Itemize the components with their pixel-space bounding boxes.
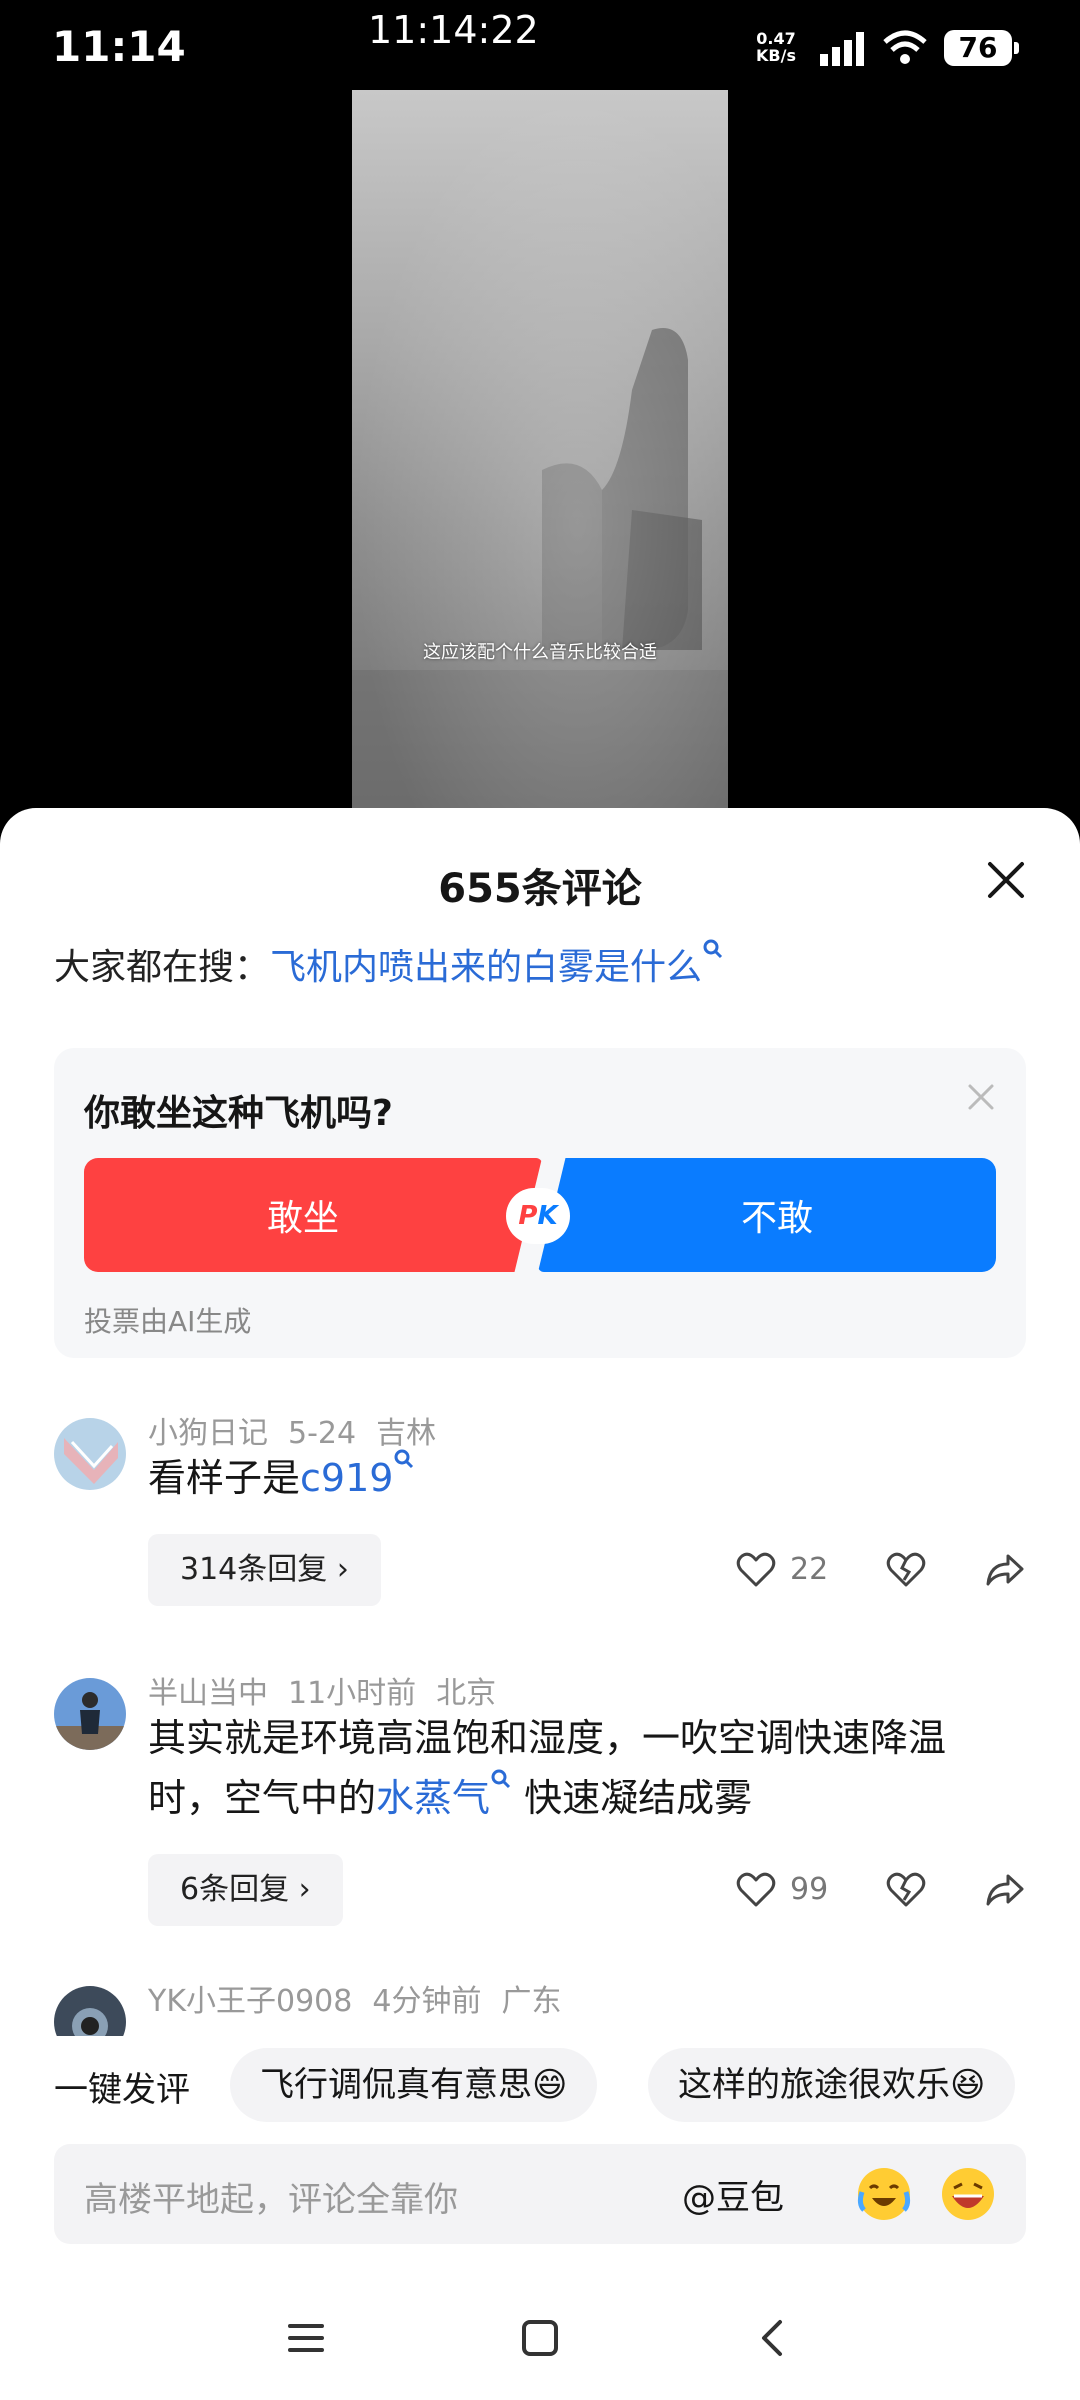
status-center-clock: 11:14:22 [368, 8, 539, 52]
menu-icon[interactable] [282, 2314, 330, 2362]
back-icon[interactable] [750, 2314, 798, 2362]
close-icon[interactable] [984, 858, 1028, 902]
trending-search-link[interactable]: 飞机内喷出来的白雾是什么 [270, 947, 702, 988]
poll-option-no[interactable]: 不敢 [538, 1158, 996, 1272]
comment-location: 北京 [436, 1676, 497, 1711]
mention-button[interactable]: @豆包 [682, 2170, 784, 2219]
comment-username[interactable]: YK小王子0908 [148, 1984, 352, 2019]
comment-text-link[interactable]: 水蒸气 [376, 1776, 490, 1820]
comment-time: 11小时前 [288, 1676, 417, 1711]
comments-count-title: 655条评论 [438, 866, 642, 912]
comment-meta: YK小王子0908 4分钟前 广东 [148, 1976, 581, 2020]
crying-laugh-emoji-icon[interactable] [854, 2164, 914, 2224]
comment-item: YK小王子0908 4分钟前 广东 [0, 1976, 1080, 2036]
quick-comment-row: 一键发评 飞行调侃真有意思😄 这样的旅途很欢乐😆 [0, 2044, 1080, 2124]
trending-search: 大家都在搜：飞机内喷出来的白雾是什么 [54, 938, 724, 990]
pk-badge: PK [506, 1188, 570, 1244]
poll-close-icon[interactable] [966, 1082, 996, 1112]
broken-heart-icon[interactable] [886, 1548, 926, 1592]
comment-text: 其实就是环境高温饱和湿度，一吹空调快速降温时，空气中的水蒸气 快速凝结成雾 [148, 1708, 1008, 1828]
comment-username[interactable]: 半山当中 [148, 1676, 268, 1711]
network-speed: 0.47 KB/s [756, 30, 796, 64]
grinning-emoji-icon[interactable] [938, 2164, 998, 2224]
comment-text: 看样子是c919 [148, 1448, 1008, 1508]
home-icon[interactable] [516, 2314, 564, 2362]
poll-question: 你敢坐这种飞机吗? [84, 1093, 393, 1134]
comment-username[interactable]: 小狗日记 [148, 1416, 268, 1451]
poll-option-yes[interactable]: 敢坐 [84, 1158, 542, 1272]
search-icon [394, 1449, 414, 1469]
battery-indicator: 76 [944, 30, 1019, 66]
comment-location: 广东 [501, 1984, 562, 2019]
like-count: 22 [790, 1552, 829, 1587]
replies-count: 6条回复 [180, 1872, 290, 1907]
chevron-right-icon: › [336, 1552, 349, 1587]
comment-text-body: 看样子是 [148, 1456, 301, 1500]
chevron-right-icon: › [298, 1872, 311, 1907]
pk-badge-p: P [518, 1201, 538, 1231]
poll-ai-note: 投票由AI生成 [84, 1305, 252, 1338]
comment-text-tail: 快速凝结成雾 [512, 1776, 753, 1820]
video-fog-overlay [352, 90, 728, 810]
comment-meta: 小狗日记 5-24 吉林 [148, 1408, 456, 1452]
share-icon[interactable] [984, 1548, 1026, 1592]
pk-badge-k: K [537, 1201, 558, 1231]
replies-button[interactable]: 314条回复 › [148, 1534, 381, 1606]
like-count: 99 [790, 1872, 829, 1907]
signal-icon [820, 32, 864, 66]
quick-comment-label: 一键发评 [54, 2070, 190, 2110]
replies-button[interactable]: 6条回复 › [148, 1854, 343, 1926]
broken-heart-icon[interactable] [886, 1868, 926, 1912]
replies-count: 314条回复 [180, 1552, 328, 1587]
quick-comment-chip[interactable]: 这样的旅途很欢乐😆 [648, 2048, 1016, 2122]
heart-icon[interactable] [736, 1868, 776, 1912]
avatar[interactable] [54, 1678, 126, 1750]
avatar[interactable] [54, 1986, 126, 2036]
quick-comment-chip[interactable]: 飞行调侃真有意思😄 [230, 2048, 598, 2122]
comment-location: 吉林 [376, 1416, 437, 1451]
status-time: 11:14 [52, 22, 186, 71]
network-speed-value: 0.47 [756, 29, 796, 48]
status-bar: 11:14 11:14:22 0.47 KB/s 76 [0, 0, 1080, 90]
video-player[interactable]: 这应该配个什么音乐比较合适 [352, 90, 728, 810]
trending-search-label: 大家都在搜： [54, 947, 271, 988]
poll-card: 你敢坐这种飞机吗? 敢坐 不敢 PK 投票由AI生成 [54, 1048, 1026, 1358]
search-icon [703, 939, 723, 959]
comment-input-placeholder: 高楼平地起，评论全靠你 [84, 2180, 458, 2220]
heart-icon[interactable] [736, 1548, 776, 1592]
comment-input[interactable]: 高楼平地起，评论全靠你 @豆包 [54, 2144, 1026, 2244]
wifi-icon [883, 30, 927, 64]
comment-time: 4分钟前 [372, 1984, 482, 2019]
share-icon[interactable] [984, 1868, 1026, 1912]
video-subtitle: 这应该配个什么音乐比较合适 [423, 642, 657, 663]
comment-text-link[interactable]: c919 [300, 1456, 393, 1500]
comment-meta: 半山当中 11小时前 北京 [148, 1668, 516, 1712]
system-nav-bar [0, 2280, 1080, 2400]
comment-time: 5-24 [288, 1416, 357, 1451]
avatar[interactable] [54, 1418, 126, 1490]
search-icon [491, 1769, 511, 1789]
network-speed-unit: KB/s [756, 46, 796, 65]
